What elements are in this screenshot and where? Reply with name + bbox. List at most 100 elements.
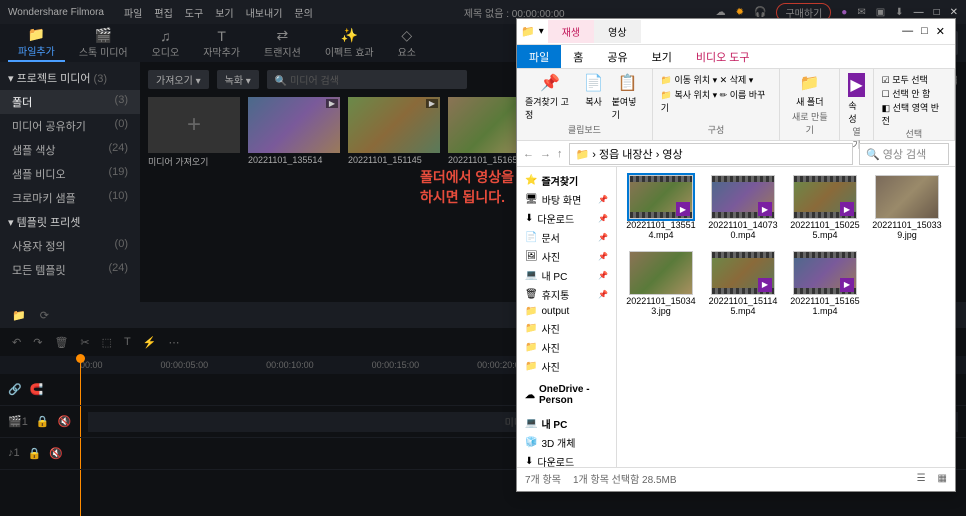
sidebar-item-custom[interactable]: 사용자 정의(0)	[0, 234, 140, 258]
media-item[interactable]: ▶ 20221101_135514	[248, 97, 340, 168]
sidebar-item-folder[interactable]: 폴더(3)	[0, 90, 140, 114]
move-button[interactable]: 📁 이동 위치 ▾ ✕ 삭제 ▾	[661, 73, 754, 86]
copy-to-button[interactable]: 📁 복사 위치 ▾ ✏ 이름 바꾸기	[661, 88, 772, 114]
menu-view[interactable]: 보기	[215, 5, 233, 20]
minimize-icon[interactable]: —	[914, 7, 924, 18]
paste-button[interactable]: 📋붙여넣기	[612, 73, 644, 121]
file-item[interactable]: ▶20221101_151651.mp4	[789, 251, 861, 317]
tree-item[interactable]: ⬇ 다운로드📌	[521, 209, 612, 228]
tree-item[interactable]: 📁 사진	[521, 357, 612, 376]
file-item[interactable]: 20221101_150339.jpg	[871, 175, 943, 241]
import-button[interactable]: 가져오기 ▾	[148, 70, 209, 89]
close-icon[interactable]: ✕	[936, 25, 945, 38]
copy-button[interactable]: 📄복사	[584, 73, 604, 121]
media-import-tile[interactable]: + 미디어 가져오기	[148, 97, 240, 168]
properties-button[interactable]: ▶속성	[848, 73, 864, 125]
magnet-icon[interactable]: 🧲	[30, 383, 44, 396]
tree-pc[interactable]: 💻 내 PC	[521, 414, 612, 433]
menu-tools[interactable]: 도구	[185, 5, 203, 20]
mail-icon[interactable]: ✉	[857, 7, 865, 18]
headphone-icon[interactable]: 🎧	[754, 7, 766, 18]
file-item[interactable]: ▶20221101_135514.mp4	[625, 175, 697, 241]
link-icon[interactable]: 🔗	[8, 383, 22, 396]
app-icon[interactable]: ▣	[876, 7, 885, 18]
tab-stock[interactable]: 🎬스톡 미디어	[69, 25, 138, 61]
exp-tab-view[interactable]: 보기	[640, 45, 684, 68]
exp-tab-video-tools[interactable]: 비디오 도구	[684, 45, 762, 68]
maximize-icon[interactable]: □	[934, 7, 940, 18]
view-icons-icon[interactable]: ▦	[938, 473, 947, 484]
up-icon[interactable]: ↑	[557, 148, 563, 160]
tree-item[interactable]: 💻 내 PC📌	[521, 266, 612, 285]
tree-item[interactable]: 🗑 휴지통📌	[521, 285, 612, 304]
tree-item[interactable]: 📁 사진	[521, 338, 612, 357]
search-input[interactable]: 🔍 미디어 검색	[267, 70, 467, 89]
record-button[interactable]: 녹화 ▾	[217, 70, 259, 89]
tab-element[interactable]: ◇요소	[388, 25, 426, 61]
menu-export[interactable]: 내보내기	[246, 5, 283, 20]
speed-icon[interactable]: ⚡	[143, 336, 157, 349]
tab-subtitle[interactable]: T자막추가	[193, 26, 250, 61]
tree-item[interactable]: 📄 문서📌	[521, 228, 612, 247]
sidebar-group-template[interactable]: ▾ 템플릿 프리셋	[0, 210, 140, 234]
tree-item[interactable]: 📁 output	[521, 304, 612, 319]
quick-access-icon[interactable]: ▾	[539, 26, 544, 37]
maximize-icon[interactable]: □	[921, 25, 928, 38]
tree-item[interactable]: 🧊 3D 개체	[521, 433, 612, 452]
download-icon[interactable]: ⬇	[895, 7, 903, 18]
pin-button[interactable]: 📌즐겨찾기 고정	[525, 73, 576, 121]
user-icon[interactable]: ●	[841, 7, 847, 18]
exp-tab-share[interactable]: 공유	[595, 45, 639, 68]
lock-icon[interactable]: 🔒	[28, 447, 42, 460]
menu-edit[interactable]: 편집	[154, 5, 172, 20]
new-folder-button[interactable]: 📁새 폴더	[788, 73, 831, 108]
cloud-icon[interactable]: ☁	[716, 7, 726, 18]
tree-item[interactable]: 📁 사진	[521, 319, 612, 338]
delete-icon[interactable]: 🗑	[54, 336, 68, 349]
refresh-icon[interactable]: ⟳	[40, 309, 49, 322]
redo-icon[interactable]: ↷	[33, 336, 42, 349]
select-none-button[interactable]: ☐ 선택 안 함	[882, 87, 946, 100]
tree-item[interactable]: 🖥 바탕 화면📌	[521, 190, 612, 209]
exp-tab-home[interactable]: 홈	[561, 45, 595, 68]
menu-help[interactable]: 문의	[294, 5, 312, 20]
file-item[interactable]: ▶20221101_150255.mp4	[789, 175, 861, 241]
mute-icon[interactable]: 🔇	[58, 415, 72, 428]
title-tab-play[interactable]: 재생	[548, 20, 594, 43]
file-item[interactable]: 20221101_150343.jpg	[625, 251, 697, 317]
exp-tab-file[interactable]: 파일	[517, 45, 561, 68]
view-details-icon[interactable]: ☰	[917, 473, 926, 484]
menu-file[interactable]: 파일	[124, 5, 142, 20]
sidebar-item-all-templates[interactable]: 모든 템플릿(24)	[0, 258, 140, 282]
gear-icon[interactable]: ✹	[736, 7, 744, 18]
sidebar-item-color[interactable]: 샘플 색상(24)	[0, 138, 140, 162]
tree-favorites[interactable]: ⭐ 즐겨찾기	[521, 171, 612, 190]
tree-item[interactable]: ⬇ 다운로드	[521, 452, 612, 467]
mute-icon[interactable]: 🔇	[49, 447, 63, 460]
undo-icon[interactable]: ↶	[12, 336, 21, 349]
back-icon[interactable]: ←	[523, 148, 534, 160]
forward-icon[interactable]: →	[540, 148, 551, 160]
select-all-button[interactable]: ☑ 모두 선택	[882, 73, 946, 86]
file-item[interactable]: ▶20221101_140730.mp4	[707, 175, 779, 241]
tree-onedrive[interactable]: ☁ OneDrive - Person	[521, 382, 612, 408]
tree-item[interactable]: 🖼 사진📌	[521, 247, 612, 266]
file-item[interactable]: ▶20221101_151145.mp4	[707, 251, 779, 317]
text-icon[interactable]: T	[124, 336, 131, 348]
sidebar-group-project[interactable]: ▾ 프로젝트 미디어 (3)	[0, 66, 140, 90]
close-icon[interactable]: ✕	[950, 7, 958, 18]
tab-add-file[interactable]: 📁파일추가	[8, 24, 65, 62]
sidebar-item-chroma[interactable]: 크로마키 샘플(10)	[0, 186, 140, 210]
more-icon[interactable]: ⋯	[168, 336, 179, 349]
address-path[interactable]: 📁 › 정읍 내장산 › 영상	[569, 143, 854, 165]
invert-select-button[interactable]: ◧ 선택 영역 반전	[882, 101, 946, 127]
sidebar-item-video[interactable]: 샘플 비디오(19)	[0, 162, 140, 186]
lock-icon[interactable]: 🔒	[36, 415, 50, 428]
sidebar-item-share[interactable]: 미디어 공유하기(0)	[0, 114, 140, 138]
folder-icon[interactable]: 📁	[12, 309, 26, 322]
media-item[interactable]: ▶ 20221101_151145	[348, 97, 440, 168]
minimize-icon[interactable]: —	[902, 25, 913, 38]
tab-effect[interactable]: ✨이펙트 효과	[315, 25, 384, 61]
tab-audio[interactable]: ♫오디오	[142, 26, 190, 61]
tab-transition[interactable]: ⇄트랜지션	[254, 25, 311, 61]
